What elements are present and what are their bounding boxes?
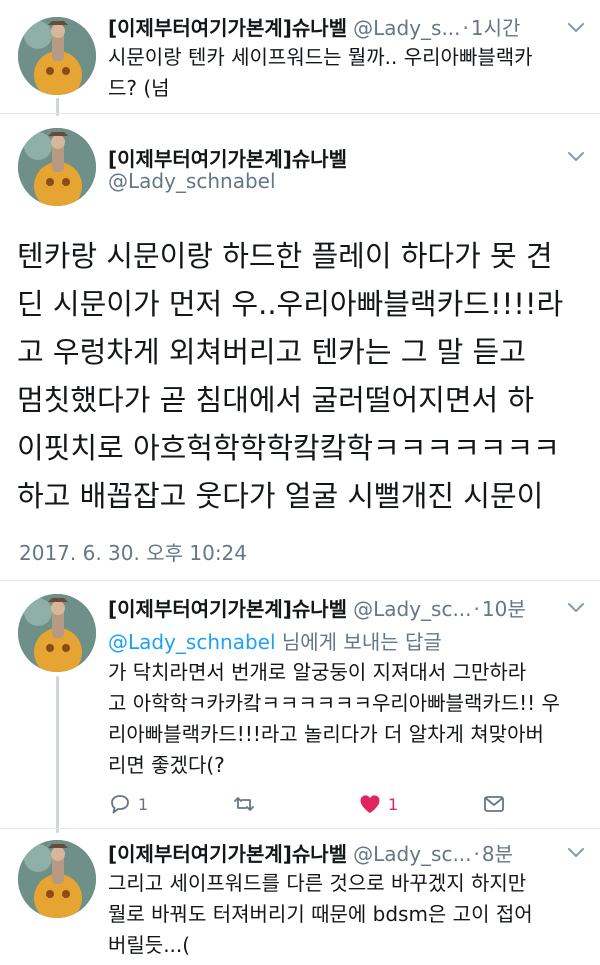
timestamp[interactable]: 10분 — [482, 593, 526, 622]
reply-to-suffix: 님에게 보내는 답글 — [275, 630, 442, 654]
user-handle[interactable]: @Lady_s... — [353, 16, 460, 40]
avatar[interactable] — [18, 840, 96, 918]
timestamp[interactable]: 8분 — [482, 838, 513, 867]
divider — [0, 580, 600, 581]
divider — [0, 828, 600, 829]
tweet-header: [이제부터여기가본계]슈나벨 @Lady_sc... · 10분 — [108, 593, 526, 622]
avatar[interactable] — [18, 128, 96, 206]
reply-to-label: @Lady_schnabel 님에게 보내는 답글 — [108, 626, 442, 655]
display-name[interactable]: [이제부터여기가본계]슈나벨 — [108, 838, 347, 867]
tweet-text: 가 닥치라면서 번개로 알궁둥이 지져대서 그만하라 고 아학학ㅋ카카캌ㅋㅋㅋㅋ… — [108, 657, 596, 781]
tweet-date[interactable]: 2017. 6. 30. 오후 10:24 — [19, 537, 247, 566]
reply-icon — [111, 795, 129, 814]
tweet-text-line: 이핏치로 아흐헉학학학캌캌학ㅋㅋㅋㅋㅋㅋㅋ — [17, 431, 560, 465]
tweet-header: [이제부터여기가본계]슈나벨 @Lady_s... · 1시간 — [108, 12, 520, 41]
timestamp[interactable]: 1시간 — [471, 12, 521, 41]
tweet-text-line: 뭘로 바꿔도 터져버리기 때문에 bdsm은 고이 접어 — [108, 902, 533, 926]
tweet-text-line: 하고 배꼽잡고 웃다가 얼굴 시뻘개진 시문이 — [17, 479, 544, 513]
avatar[interactable] — [18, 17, 96, 95]
like-count: 1 — [388, 794, 399, 814]
retweet-button[interactable] — [232, 792, 262, 816]
tweet-header: [이제부터여기가본계]슈나벨 @Lady_sc... · 8분 — [108, 838, 513, 867]
separator-dot: · — [473, 842, 480, 866]
tweet-text-line: 고 우렁차게 외쳐버리고 텐카는 그 말 듣고 — [17, 335, 526, 369]
tweet-text-line: 그리고 세이프워드를 다른 것으로 바꾸겠지 하지만 — [108, 871, 527, 895]
tweet-actions: 1 1 — [108, 792, 518, 818]
like-button[interactable]: 1 — [358, 792, 398, 816]
tweet-text-line: 텐카랑 시문이랑 하드한 플레이 하다가 못 견 — [17, 239, 553, 273]
user-handle[interactable]: @Lady_sc... — [353, 842, 471, 866]
avatar-image — [18, 594, 96, 672]
envelope-icon — [484, 796, 504, 812]
tweet-text: 시문이랑 텐카 세이프워드는 뭘까.. 우리아빠블랙카 드? (넘 — [108, 42, 588, 104]
separator-dot: · — [473, 597, 480, 621]
chevron-down-icon[interactable] — [565, 145, 587, 167]
display-name[interactable]: [이제부터여기가본계]슈나벨 — [108, 12, 347, 41]
tweet-text-line: 멈칫했다가 곧 침대에서 굴러떨어지면서 하 — [17, 383, 535, 417]
user-handle[interactable]: @Lady_sc... — [353, 597, 471, 621]
user-handle[interactable]: @Lady_schnabel — [108, 169, 276, 193]
tweet-text-line: 시문이랑 텐카 세이프워드는 뭘까.. 우리아빠블랙카 — [108, 45, 533, 69]
reply-count: 1 — [138, 794, 149, 814]
tweet-text-line: 드? (넘 — [108, 76, 170, 100]
tweet-text-line: 리면 좋겠다(? — [108, 753, 225, 777]
retweet-icon — [234, 797, 254, 811]
separator-dot: · — [462, 16, 469, 40]
tweet-text: 텐카랑 시문이랑 하드한 플레이 하다가 못 견 딘 시문이가 먼저 우..우리… — [17, 232, 587, 520]
thread-line-3 — [56, 676, 59, 833]
heart-icon — [360, 795, 380, 813]
tweet-text-line: 고 아학학ㅋ카카캌ㅋㅋㅋㅋㅋㅋ우리아빠블랙카드!! 우 — [108, 691, 560, 715]
display-name[interactable]: [이제부터여기가본계]슈나벨 — [108, 143, 347, 172]
chevron-down-icon[interactable] — [565, 596, 587, 618]
avatar-image — [18, 17, 96, 95]
tweet-text-line: 딘 시문이가 먼저 우..우리아빠블랙카드!!!!라 — [17, 287, 564, 321]
chevron-down-icon[interactable] — [565, 841, 587, 863]
avatar[interactable] — [18, 594, 96, 672]
display-name[interactable]: [이제부터여기가본계]슈나벨 — [108, 593, 347, 622]
divider — [0, 113, 600, 114]
tweet-text: 그리고 세이프워드를 다른 것으로 바꾸겠지 하지만 뭘로 바꿔도 터져버리기 … — [108, 868, 596, 961]
avatar-image — [18, 840, 96, 918]
direct-message-button[interactable] — [482, 792, 506, 816]
tweet-text-line: 리아빠블랙카드!!!라고 놀리다가 더 알차게 쳐맞아버 — [108, 722, 544, 746]
reply-mention-link[interactable]: @Lady_schnabel — [108, 630, 276, 654]
tweet-text-line: 가 닥치라면서 번개로 알궁둥이 지져대서 그만하라 — [108, 660, 527, 684]
reply-button[interactable]: 1 — [108, 792, 148, 816]
chevron-down-icon[interactable] — [565, 16, 587, 38]
tweet-text-line: 버릴듯...( — [108, 933, 191, 957]
avatar-image — [18, 128, 96, 206]
